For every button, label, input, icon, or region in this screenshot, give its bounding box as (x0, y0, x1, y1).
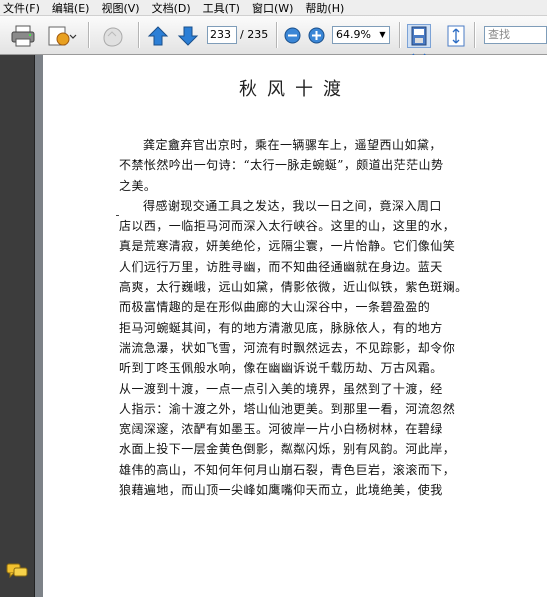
menu-document[interactable]: 文档(D) (149, 0, 200, 16)
menu-view[interactable]: 视图(V) (98, 0, 148, 16)
text-line: 狼藉遍地，而山顶一尖峰如鹰嘴仰天而立，此境绝美，使我 (119, 483, 443, 498)
page-total-label: / 235 (240, 28, 269, 41)
text-line: 听到丁咚玉佩般水响，像在幽幽诉说千载历劫、万古风霜。 (119, 361, 443, 376)
menu-bar: 文件(F) 编辑(E) 视图(V) 文档(D) 工具(T) 窗口(W) 帮助(H… (0, 0, 547, 16)
zoom-select[interactable]: 64.9% ▼ (332, 26, 390, 44)
page-number-input[interactable]: 233 (207, 26, 237, 44)
document-page: 秋风十渡 龚定盦弃官出京时，乘在一辆骡车上，遥望西山如黛， 不禁怅然吟出一句诗：… (43, 55, 547, 597)
text-line: 人指示：渝十渡之外，塔山仙池更美。到那里一看，河流忽然 (119, 401, 456, 416)
toolbar: 233 / 235 64.9% ▼ 查找 (0, 16, 547, 61)
text-line: 水面上投下一层金黄色倒影，粼粼闪烁，别有风韵。河此岸， (119, 442, 456, 457)
text-line: 得感谢现交通工具之发达，我以一日之间，竟深入周口 (143, 198, 442, 213)
menu-help[interactable]: 帮助(H) (302, 0, 353, 16)
page-down-icon[interactable] (177, 25, 199, 51)
sign-icon[interactable] (47, 25, 77, 51)
text-line: 拒马河蜿蜒其间，有的地方清澈见底，脉脉依人，有的地方 (119, 320, 443, 335)
chevron-down-icon[interactable]: ▼ (376, 27, 389, 43)
search-input[interactable]: 查找 (484, 26, 547, 44)
navigation-pane (0, 55, 35, 597)
text-line: 而极富情趣的是在形似曲廊的大山深谷中，一条碧盈盈的 (119, 300, 431, 315)
text-line: 人们远行万里，访胜寻幽，而不知曲径通幽就在身边。蓝天 (119, 259, 443, 274)
page-up-icon[interactable] (147, 25, 169, 51)
printer-icon[interactable] (10, 25, 36, 51)
text-line: 雄伟的高山，不知何年何月山崩石裂，青色巨岩，滚滚而下， (119, 462, 456, 477)
text-line: 不禁怅然吟出一句诗：“太行一脉走蜿蜒”，颇道出茫茫山势 (119, 158, 444, 173)
text-line: 真是荒寒清寂，妍美绝伦，远隔尘寰，一片怡静。它们像仙笑 (119, 239, 456, 254)
text-line: 从一渡到十渡，一点一点引入美的境界，虽然到了十渡，经 (119, 381, 443, 396)
text-line: 店以西，一临拒马河而深入太行峡谷。这里的山，这里的水， (119, 219, 456, 234)
zoom-out-icon[interactable] (284, 27, 301, 48)
text-line: 之美。 (119, 178, 157, 193)
text-line: 高爽，太行巍峨，远山如黛，倩影依微，近山似铁，紫色斑斓。 (119, 280, 468, 295)
zoom-value: 64.9% (336, 28, 371, 41)
text-line: 湍流急瀑，状如飞雪，河流有时飘然远去，不见踪影，却令你 (119, 340, 456, 355)
menu-edit[interactable]: 编辑(E) (49, 0, 99, 16)
zoom-in-icon[interactable] (308, 27, 325, 48)
page-title: 秋风十渡 (239, 79, 351, 100)
menu-tools[interactable]: 工具(T) (200, 0, 249, 16)
menu-file[interactable]: 文件(F) (0, 0, 49, 16)
text-line: 龚定盦弃官出京时，乘在一辆骡车上，遥望西山如黛， (143, 138, 442, 152)
save-icon[interactable] (407, 24, 431, 48)
menu-window[interactable]: 窗口(W) (249, 0, 302, 16)
comments-icon[interactable] (6, 563, 28, 583)
text-line: 宽阔深邃，浓酽有如墨玉。河彼岸一片小白杨树林，在碧绿 (119, 422, 443, 437)
page-body: 龚定盦弃官出京时，乘在一辆骡车上，遥望西山如黛， 不禁怅然吟出一句诗：“太行一脉… (119, 135, 535, 500)
fit-page-icon[interactable] (445, 24, 467, 52)
hand-icon[interactable] (98, 24, 126, 52)
